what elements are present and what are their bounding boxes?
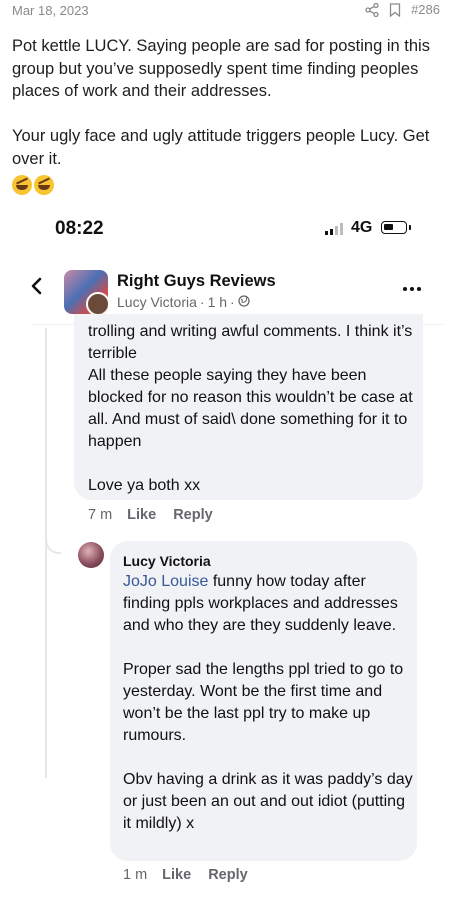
signal-icon xyxy=(325,223,343,235)
post-age: 1 h xyxy=(207,294,228,310)
thread-line xyxy=(45,328,47,778)
meta-separator: · xyxy=(199,294,205,310)
mention-link[interactable]: JoJo Louise xyxy=(123,573,208,590)
globe-icon xyxy=(238,294,250,310)
comment-bubble: trolling and writing awful comments. I t… xyxy=(74,314,423,500)
rolling-on-floor-laughing-icon xyxy=(12,175,32,195)
post-meta: Lucy Victoria · 1 h · xyxy=(117,294,250,310)
emoji-row xyxy=(12,175,54,195)
facebook-screenshot: 08:22 4G Right Guys Reviews Lucy Victori… xyxy=(31,204,443,900)
comment-time: 7 m xyxy=(88,507,113,523)
like-button[interactable]: Like xyxy=(127,507,156,523)
reply-button[interactable]: Reply xyxy=(208,867,248,883)
bookmark-icon[interactable] xyxy=(389,2,401,17)
thread-connector xyxy=(45,524,61,554)
reply-text: JoJo Louise funny how today after findin… xyxy=(123,571,413,835)
reply-author[interactable]: Lucy Victoria xyxy=(123,553,211,569)
more-options-icon[interactable] xyxy=(403,287,421,291)
avatar[interactable] xyxy=(78,542,104,568)
post-header: Mar 18, 2023 #286 xyxy=(0,0,451,22)
post-date: Mar 18, 2023 xyxy=(12,3,89,18)
reply-bubble: Lucy Victoria JoJo Louise funny how toda… xyxy=(110,541,417,861)
battery-icon xyxy=(381,221,407,234)
status-time: 08:22 xyxy=(55,218,104,239)
back-arrow-icon[interactable] xyxy=(25,274,49,298)
rolling-on-floor-laughing-icon xyxy=(34,175,54,195)
post-author[interactable]: Lucy Victoria xyxy=(117,294,197,310)
comment-text: trolling and writing awful comments. I t… xyxy=(88,323,413,494)
status-bar: 08:22 4G xyxy=(33,204,443,250)
post-number: #286 xyxy=(411,2,440,17)
group-name[interactable]: Right Guys Reviews xyxy=(117,272,276,291)
like-button[interactable]: Like xyxy=(162,867,191,883)
group-avatar[interactable] xyxy=(64,270,108,314)
post-actions: #286 xyxy=(365,2,440,17)
comment-actions: 7 m Like Reply xyxy=(88,507,230,523)
reply-actions: 1 m Like Reply xyxy=(123,867,265,883)
share-icon[interactable] xyxy=(365,2,379,17)
reply-time: 1 m xyxy=(123,867,148,883)
author-avatar-small xyxy=(86,292,108,314)
network-type: 4G xyxy=(351,219,373,236)
meta-separator: · xyxy=(230,294,235,310)
post-body: Pot kettle LUCY. Saying people are sad f… xyxy=(12,37,430,168)
reply-button[interactable]: Reply xyxy=(173,507,213,523)
battery-tip xyxy=(409,225,411,230)
reply-body: funny how today after finding ppls workp… xyxy=(123,573,413,832)
